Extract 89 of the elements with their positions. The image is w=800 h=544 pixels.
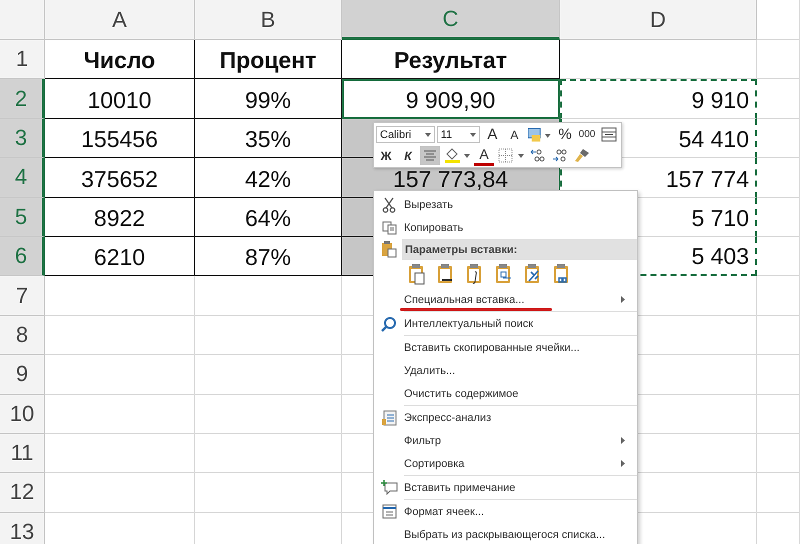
grid-cell — [757, 434, 800, 474]
merge-icon — [600, 127, 617, 142]
row-header[interactable]: 1 — [0, 40, 45, 80]
menu-item[interactable]: Очистить содержимое — [374, 382, 637, 405]
column-header[interactable]: C — [342, 0, 560, 40]
row-header[interactable]: 10 — [0, 394, 45, 434]
borders-icon — [498, 148, 524, 163]
paste-icon[interactable] — [407, 263, 427, 285]
search-icon — [381, 316, 397, 332]
menu-section-header: Параметры вставки: — [402, 239, 637, 260]
column-header[interactable]: D — [560, 0, 757, 40]
grid-cell — [757, 394, 800, 434]
table-cell: 42% — [195, 158, 342, 198]
row-header[interactable]: 13 — [0, 512, 45, 544]
submenu-arrow-icon — [621, 437, 625, 444]
submenu-arrow-icon — [621, 296, 625, 303]
grow-font-button[interactable]: A — [482, 125, 502, 144]
fill-bucket-icon — [444, 147, 470, 164]
table-cell: Число — [45, 40, 195, 80]
fill-color-button[interactable] — [442, 146, 472, 165]
table-cell: 155456 — [45, 118, 195, 158]
table-cell: 9 909,90 — [342, 79, 560, 119]
column-header[interactable]: A — [45, 0, 195, 40]
table-cell: 375652 — [45, 158, 195, 198]
grid-cell — [757, 79, 800, 119]
caret-icon[interactable] — [470, 132, 476, 136]
shrink-font-button[interactable]: A — [504, 125, 524, 144]
table-cell: 64% — [195, 198, 342, 237]
format-button[interactable]: 000 — [576, 125, 597, 144]
grid-cell — [757, 118, 800, 158]
table-cell: 87% — [195, 236, 342, 276]
menu-item[interactable]: Удалить... — [374, 359, 637, 382]
row-header[interactable]: 5 — [0, 198, 45, 237]
table-cell: 6210 — [45, 236, 195, 276]
row-header[interactable]: 7 — [0, 276, 45, 316]
scissors-icon — [382, 196, 396, 212]
styles-button[interactable] — [526, 125, 553, 144]
menu-item[interactable]: Фильтр — [374, 429, 637, 452]
table-cell: Результат — [342, 40, 560, 80]
format-cells-icon — [382, 504, 396, 519]
row-header[interactable]: 6 — [0, 236, 45, 276]
row-header[interactable]: 9 — [0, 355, 45, 395]
quick-analysis-icon — [382, 410, 396, 426]
table-cell: 35% — [195, 118, 342, 158]
submenu-arrow-icon — [621, 460, 625, 467]
dropdown-field[interactable]: 11 — [436, 126, 480, 143]
row-header[interactable]: 2 — [0, 79, 45, 119]
increase-decimal-icon — [530, 148, 546, 163]
grid-cell — [757, 316, 800, 356]
comment-icon — [380, 480, 398, 495]
row-header[interactable]: 12 — [0, 473, 45, 513]
menu-item[interactable]: Формат ячеек... — [374, 500, 637, 523]
grid-cell — [757, 473, 800, 513]
row-header[interactable]: 4 — [0, 158, 45, 198]
grid-cell — [757, 236, 800, 276]
font-color-button[interactable]: A — [474, 146, 494, 166]
table-cell: 8922 — [45, 198, 195, 237]
merge-button[interactable] — [598, 125, 619, 144]
menu-item[interactable]: Сортировка — [374, 452, 637, 475]
table-cell: 99% — [195, 79, 342, 119]
menu-item[interactable]: Выбрать из раскрывающегося списка... — [374, 523, 637, 544]
grid-cell — [757, 158, 800, 198]
brush-icon — [574, 148, 590, 163]
dropdown-field[interactable]: Calibri — [376, 126, 435, 143]
column-header[interactable]: B — [195, 0, 342, 40]
menu-item[interactable]: Вставить скопированные ячейки... — [374, 336, 637, 359]
row-header[interactable]: 8 — [0, 316, 45, 356]
copy-icon — [382, 220, 396, 234]
row-header[interactable]: 3 — [0, 118, 45, 158]
paste-transpose-icon[interactable] — [494, 263, 514, 285]
clipboard-icon — [381, 241, 397, 258]
menu-item[interactable]: Экспресс-анализ — [374, 406, 637, 429]
table-cell: 10010 — [45, 79, 195, 119]
align-center-icon — [423, 150, 437, 162]
styles-icon — [528, 126, 551, 142]
grid-cell — [757, 198, 800, 237]
caret-icon[interactable] — [424, 132, 431, 136]
decrease-decimal-icon — [552, 148, 568, 163]
grid-cell — [757, 40, 800, 80]
menu-item[interactable]: Специальная вставка... — [374, 288, 637, 311]
grid-cell — [757, 355, 800, 395]
grid-cell — [757, 276, 800, 316]
menu-item[interactable]: Вставить примечание — [374, 476, 637, 499]
table-cell: 9 910 — [560, 79, 757, 119]
align-center-button[interactable] — [420, 146, 440, 165]
table-cell: Процент — [195, 40, 342, 80]
menu-item[interactable]: Интеллектуальный поиск — [374, 312, 637, 335]
row-header[interactable]: 11 — [0, 434, 45, 474]
format-painter-button[interactable] — [572, 146, 592, 165]
